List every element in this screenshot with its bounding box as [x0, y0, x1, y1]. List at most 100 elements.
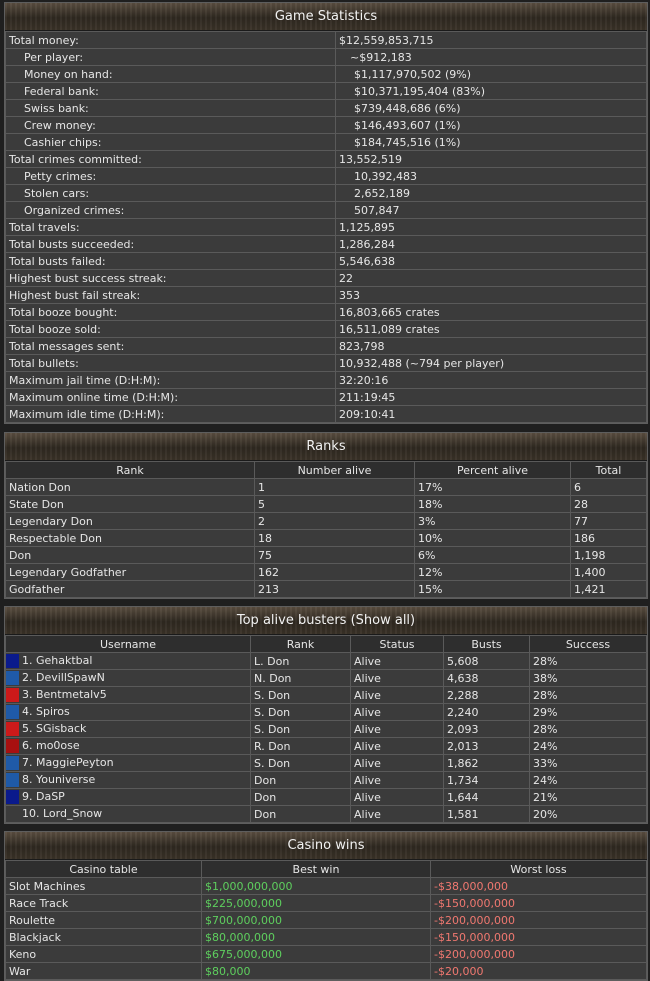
top-busters-title[interactable]: Top alive busters (Show all) [5, 607, 647, 635]
ranks-header: Number alive [254, 461, 415, 479]
rank-cell: 3% [414, 512, 571, 530]
stat-row: Total bullets: 10,932,488 (~794 per playe… [5, 354, 647, 372]
buster-busts: 4,638 [443, 669, 530, 687]
buster-status: Alive [350, 720, 444, 738]
casino-worst-loss: -$200,000,000 [430, 945, 647, 963]
stat-row: Maximum online time (D:H:M): 211:19:45 [5, 388, 647, 406]
busters-header: Status [350, 635, 444, 653]
buster-busts: 2,013 [443, 737, 530, 755]
rank-cell: Legendary Don [5, 512, 255, 530]
stat-value: 10,392,483 [335, 167, 647, 185]
buster-status: Alive [350, 754, 444, 772]
buster-username[interactable]: 4. Spiros [22, 705, 70, 718]
buster-name-cell: 3. Bentmetalv5 [5, 686, 251, 704]
buster-row: 8. Youniverse Don Alive 1,734 24% [5, 771, 647, 789]
casino-row: War $80,000 -$20,000 [5, 962, 647, 980]
buster-row: 1. Gehaktbal L. Don Alive 5,608 28% [5, 652, 647, 670]
stat-label: Maximum jail time (D:H:M): [5, 371, 336, 389]
buster-busts: 2,093 [443, 720, 530, 738]
casino-header: Worst loss [430, 860, 647, 878]
stat-row: Cashier chips: $184,745,516 (1%) [5, 133, 647, 151]
stat-row: Organized crimes: 507,847 [5, 201, 647, 219]
stat-label: Total booze bought: [5, 303, 336, 321]
family-color-swatch [6, 671, 19, 685]
stat-row: Total booze sold: 16,511,089 crates [5, 320, 647, 338]
family-color-swatch [6, 688, 19, 702]
rank-cell: 15% [414, 580, 571, 598]
casino-table-name: Race Track [5, 894, 202, 912]
busters-header: Busts [443, 635, 530, 653]
buster-username[interactable]: 7. MaggiePeyton [22, 756, 114, 769]
stat-label: Total busts failed: [5, 252, 336, 270]
rank-cell: 17% [414, 478, 571, 496]
rank-cell: 18% [414, 495, 571, 513]
stat-value: $12,559,853,715 [335, 31, 647, 49]
buster-rank: N. Don [250, 669, 351, 687]
stat-value: 10,932,488 (~794 per player) [335, 354, 647, 372]
stat-label: Swiss bank: [5, 99, 336, 117]
casino-best-win: $80,000 [201, 962, 431, 980]
buster-rank: S. Don [250, 720, 351, 738]
family-color-swatch [6, 756, 19, 770]
buster-status: Alive [350, 652, 444, 670]
casino-row: Slot Machines $1,000,000,000 -$38,000,000 [5, 877, 647, 895]
top-busters-panel: Top alive busters (Show all) Username Ran… [4, 606, 648, 824]
buster-username[interactable]: 8. Youniverse [22, 773, 95, 786]
buster-name-cell: 2. DevillSpawN [5, 669, 251, 687]
buster-rank: R. Don [250, 737, 351, 755]
rank-cell: Legendary Godfather [5, 563, 255, 581]
stat-value: 22 [335, 269, 647, 287]
stat-label: Total travels: [5, 218, 336, 236]
buster-rank: L. Don [250, 652, 351, 670]
buster-status: Alive [350, 703, 444, 721]
casino-wins-table: Casino table Best win Worst loss Slot Mach… [5, 860, 647, 980]
buster-busts: 1,644 [443, 788, 530, 806]
buster-username[interactable]: 5. SGisback [22, 722, 86, 735]
buster-success: 33% [529, 754, 647, 772]
buster-success: 29% [529, 703, 647, 721]
stat-value: $1,117,970,502 (9%) [335, 65, 647, 83]
rank-cell: Respectable Don [5, 529, 255, 547]
stat-label: Highest bust success streak: [5, 269, 336, 287]
rank-cell: 12% [414, 563, 571, 581]
casino-best-win: $1,000,000,000 [201, 877, 431, 895]
buster-username[interactable]: 3. Bentmetalv5 [22, 688, 107, 701]
stat-value: 32:20:16 [335, 371, 647, 389]
ranks-header: Percent alive [414, 461, 571, 479]
stat-label: Total money: [5, 31, 336, 49]
casino-table-name: War [5, 962, 202, 980]
casino-header: Casino table [5, 860, 202, 878]
stat-value: $739,448,686 (6%) [335, 99, 647, 117]
stat-value: ~$912,183 [335, 48, 647, 66]
casino-table-name: Blackjack [5, 928, 202, 946]
rank-cell: State Don [5, 495, 255, 513]
stat-label: Crew money: [5, 116, 336, 134]
casino-header: Best win [201, 860, 431, 878]
stat-row: Maximum idle time (D:H:M): 209:10:41 [5, 405, 647, 423]
buster-row: 6. mo0ose R. Don Alive 2,013 24% [5, 737, 647, 755]
buster-username[interactable]: 6. mo0ose [22, 739, 80, 752]
buster-rank: S. Don [250, 686, 351, 704]
casino-best-win: $225,000,000 [201, 894, 431, 912]
stat-row: Total messages sent: 823,798 [5, 337, 647, 355]
buster-busts: 1,862 [443, 754, 530, 772]
stat-value: $184,745,516 (1%) [335, 133, 647, 151]
buster-username[interactable]: 2. DevillSpawN [22, 671, 105, 684]
stat-row: Total busts failed: 5,546,638 [5, 252, 647, 270]
rank-cell: 1,421 [570, 580, 647, 598]
stat-value: 1,286,284 [335, 235, 647, 253]
stat-value: 507,847 [335, 201, 647, 219]
stat-label: Total booze sold: [5, 320, 336, 338]
buster-username[interactable]: 9. DaSP [22, 790, 65, 803]
stat-value: 5,546,638 [335, 252, 647, 270]
casino-worst-loss: -$150,000,000 [430, 894, 647, 912]
buster-username[interactable]: 10. Lord_Snow [22, 807, 102, 820]
buster-busts: 1,581 [443, 805, 530, 823]
stat-value: 13,552,519 [335, 150, 647, 168]
stat-value: 823,798 [335, 337, 647, 355]
stat-row: Total travels: 1,125,895 [5, 218, 647, 236]
buster-username[interactable]: 1. Gehaktbal [22, 654, 92, 667]
top-busters-table: Username Rank Status Busts Success 1. Gehakt… [5, 635, 647, 823]
stat-value: 16,803,665 crates [335, 303, 647, 321]
buster-rank: Don [250, 788, 351, 806]
